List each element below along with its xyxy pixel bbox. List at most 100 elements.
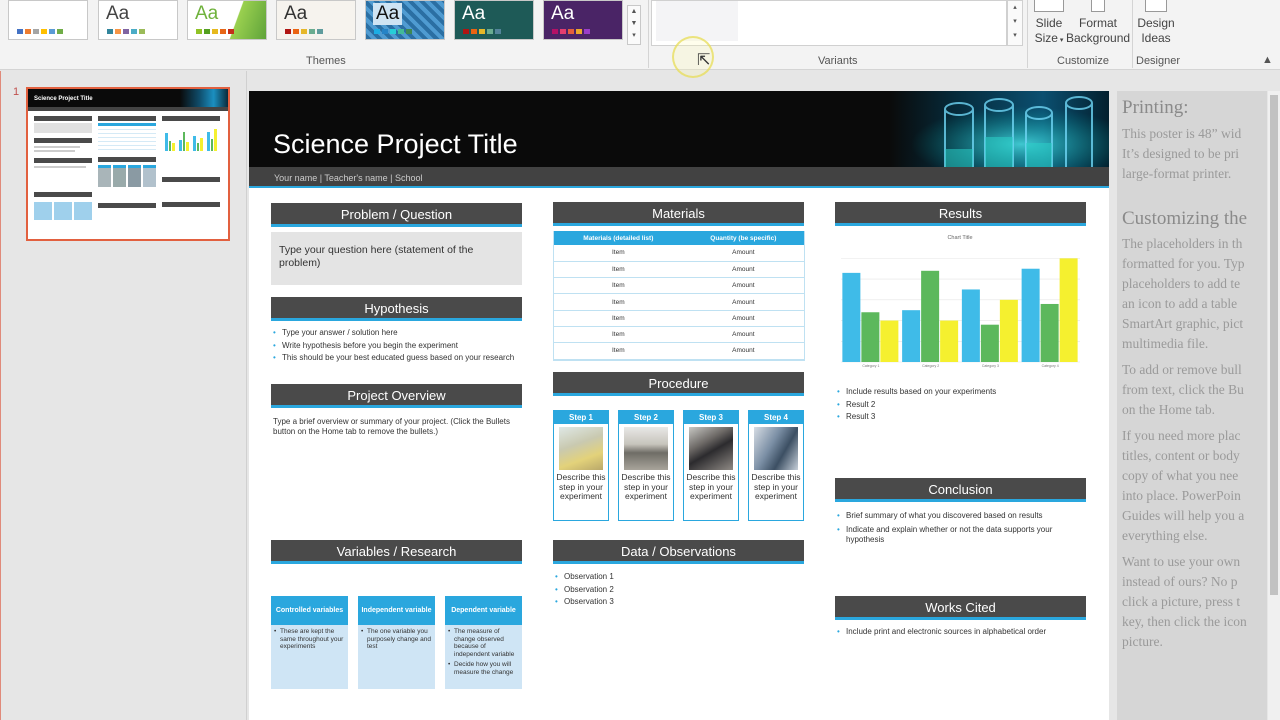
problem-box[interactable]: Type your question here (statement of th…	[271, 232, 522, 285]
chart-bar	[961, 289, 980, 362]
text-line: an icon to add a table	[1122, 296, 1238, 311]
chart-bar	[1059, 258, 1078, 362]
chart-title: Chart Title	[947, 235, 972, 241]
controlled-variables-box[interactable]: Controlled variables These are kept the …	[271, 596, 348, 689]
hypothesis-heading[interactable]: Hypothesis	[271, 297, 522, 321]
variants-scroll[interactable]: ▴ ▾ ▾	[1007, 0, 1023, 46]
materials-table-wrap[interactable]: Materials (detailed list) Quantity (be sp…	[553, 231, 805, 361]
thumb-content	[162, 116, 220, 234]
text-line: Want to use your own	[1122, 554, 1241, 569]
observations-bullets[interactable]: Observation 1 Observation 2 Observation …	[553, 571, 804, 609]
list-item: This should be your best educated guess …	[271, 352, 522, 365]
dependent-variable-title: Dependent variable	[445, 596, 522, 625]
table-row: Item Amount	[554, 342, 804, 360]
overview-heading[interactable]: Project Overview	[271, 384, 522, 408]
text-line: from text, click the Bu	[1122, 382, 1244, 397]
theme-sample: Aa	[373, 3, 403, 25]
procedure-step-2[interactable]: Step 2 Describe this step in your experi…	[618, 410, 674, 521]
test-tubes-image[interactable]	[889, 91, 1109, 167]
procedure-step-4[interactable]: Step 4 Describe this step in your experi…	[748, 410, 804, 521]
slide-number: 1	[13, 86, 20, 98]
chart-bar	[921, 270, 940, 362]
slide-canvas[interactable]: Science Project Title Your name | Teache…	[249, 91, 1109, 720]
table-cell: Item	[554, 261, 683, 279]
x-tick-label: Category 2	[922, 364, 939, 368]
step-label: Step 4	[749, 411, 803, 424]
theme-integral[interactable]: Aa	[276, 0, 356, 40]
materials-heading[interactable]: Materials	[553, 202, 804, 226]
step-label: Step 1	[554, 411, 608, 424]
step-photo	[559, 427, 603, 470]
slide-subtitle[interactable]: Your name | Teacher's name | School	[274, 173, 422, 183]
table-row: Item Amount	[554, 245, 804, 262]
materials-table: Materials (detailed list) Quantity (be sp…	[554, 231, 804, 360]
scroll-thumb[interactable]	[1270, 95, 1278, 595]
design-ideas-label: Ideas	[1141, 31, 1171, 45]
thumb-content	[34, 116, 92, 234]
procedure-heading[interactable]: Procedure	[553, 372, 804, 396]
procedure-step-3[interactable]: Step 3 Describe this step in your experi…	[683, 410, 739, 521]
separator	[1027, 0, 1028, 68]
independent-variable-box[interactable]: Independent variable The one variable yo…	[358, 596, 435, 689]
slide-size-label: Size	[1034, 31, 1058, 45]
chart-bar	[999, 299, 1018, 362]
table-row: Item Amount	[554, 261, 804, 279]
problem-heading[interactable]: Problem / Question	[271, 203, 522, 227]
step-label: Step 2	[619, 411, 673, 424]
list-item: The measure of change observed because o…	[445, 628, 522, 658]
results-heading[interactable]: Results	[835, 202, 1086, 226]
conclusion-bullets[interactable]: Brief summary of what you discovered bas…	[835, 510, 1086, 545]
theme-office[interactable]	[8, 0, 88, 40]
works-cited-bullets[interactable]: Include print and electronic sources in …	[835, 626, 1086, 639]
thumb-content	[98, 116, 156, 234]
dependent-variable-box[interactable]: Dependent variable The measure of change…	[445, 596, 522, 689]
notes-pane[interactable]: Printing: This poster is 48” wid It’s de…	[1117, 91, 1267, 720]
printing-heading: Printing:	[1122, 97, 1189, 118]
text-line: click a picture, press t	[1122, 594, 1241, 609]
theme-facet[interactable]: Aa	[187, 0, 267, 40]
theme-2[interactable]: Aa	[98, 0, 178, 40]
table-row: Item Amount	[554, 293, 804, 311]
variables-heading[interactable]: Variables / Research	[271, 540, 522, 564]
vertical-scrollbar[interactable]	[1268, 91, 1280, 720]
chart-bar	[1021, 268, 1040, 362]
table-cell: Amount	[682, 245, 804, 262]
slide-thumbnail-1[interactable]: Science Project Title	[26, 87, 230, 241]
text-line: This poster is 48” wid	[1122, 126, 1242, 141]
list-item: Observation 3	[553, 596, 804, 609]
text-line: on the Home tab.	[1122, 402, 1215, 417]
conclusion-heading[interactable]: Conclusion	[835, 478, 1086, 502]
variants-group-label: Variants	[818, 55, 858, 67]
slide-size-icon	[1034, 0, 1064, 12]
format-background-icon	[1091, 0, 1105, 12]
collapse-ribbon-icon[interactable]: ▲	[1262, 54, 1273, 66]
table-cell: Item	[554, 326, 683, 344]
chart-bar	[902, 310, 921, 362]
variant-thumb[interactable]	[656, 1, 738, 41]
customize-group-label: Customize	[1057, 55, 1109, 67]
results-bullets[interactable]: Include results based on your experiment…	[835, 386, 1086, 424]
table-row: Item Amount	[554, 277, 804, 295]
theme-ion[interactable]: Aa	[454, 0, 534, 40]
design-ideas-button[interactable]: Design Ideas	[1134, 0, 1178, 46]
slide-size-button[interactable]: Slide Size ▾	[1030, 0, 1068, 48]
themes-scroll[interactable]: ▲ ▼ ▾	[627, 5, 641, 45]
works-cited-heading[interactable]: Works Cited	[835, 596, 1086, 620]
hypothesis-bullets[interactable]: Type your answer / solution here Write h…	[271, 327, 522, 365]
procedure-step-1[interactable]: Step 1 Describe this step in your experi…	[553, 410, 609, 521]
format-background-button[interactable]: Format Background	[1066, 0, 1130, 46]
controlled-variables-title: Controlled variables	[271, 596, 348, 625]
table-header: Quantity (be specific)	[682, 231, 804, 245]
theme-ion-boardroom[interactable]: Aa	[543, 0, 623, 40]
overview-text[interactable]: Type a brief overview or summary of your…	[273, 417, 519, 437]
chart-bar	[880, 320, 899, 362]
slide-title[interactable]: Science Project Title	[273, 129, 518, 160]
step-photo	[624, 427, 668, 470]
list-item: Observation 1	[553, 571, 804, 584]
observations-heading[interactable]: Data / Observations	[553, 540, 804, 564]
theme-ion-pattern[interactable]: Aa	[365, 0, 445, 40]
step-text: Describe this step in your experiment	[556, 472, 606, 501]
format-background-label: Format	[1078, 16, 1117, 30]
results-chart[interactable]: Chart Title Category 1 Category 2 Category…	[835, 231, 1086, 371]
theme-sample: Aa	[284, 3, 308, 24]
